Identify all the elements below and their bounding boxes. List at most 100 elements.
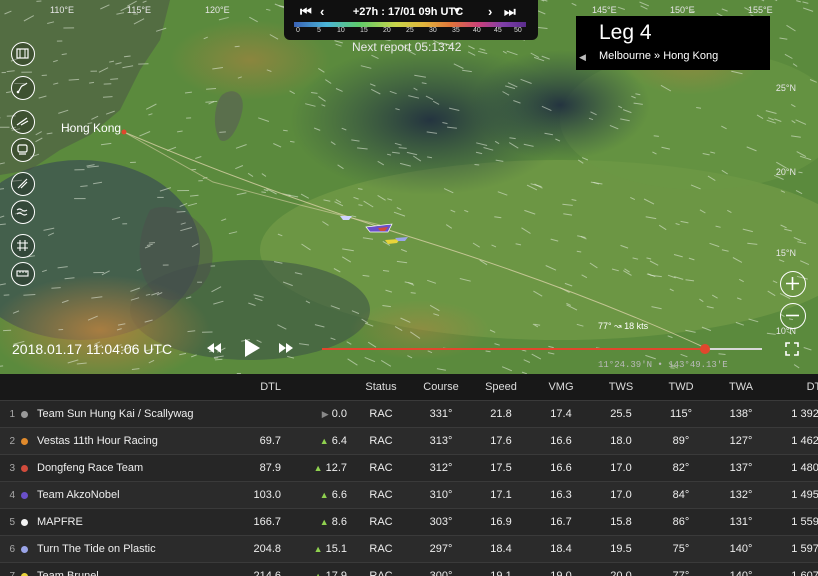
boat-button[interactable] bbox=[11, 138, 35, 162]
wind-streak bbox=[51, 287, 61, 289]
waves-button[interactable] bbox=[11, 200, 35, 224]
dtl-value: 87.9 bbox=[234, 454, 282, 482]
hong-kong-marker[interactable] bbox=[121, 129, 127, 135]
fast-forward-button[interactable] bbox=[278, 341, 294, 360]
team-name[interactable]: Team Brunel bbox=[33, 562, 234, 576]
course-value: 297° bbox=[411, 535, 471, 563]
last-step-icon[interactable]: ⏭ bbox=[504, 4, 516, 20]
trend-icon: ▶ bbox=[321, 409, 329, 419]
team-name[interactable]: Team AkzoNobel bbox=[33, 481, 234, 509]
wind-streak bbox=[102, 96, 113, 98]
column-header[interactable]: VMG bbox=[531, 374, 591, 401]
tws-value: 20.0 bbox=[591, 562, 651, 576]
next-step-icon[interactable]: › bbox=[488, 4, 492, 20]
team-name[interactable]: Dongfeng Race Team bbox=[33, 454, 234, 482]
twd-value: 86° bbox=[651, 508, 711, 536]
table-row[interactable]: 7 Team Brunel 214.6 ▲ 17.9 RAC 300° 19.1 19.0 20.… bbox=[0, 562, 818, 576]
zoom-out-button[interactable] bbox=[780, 303, 806, 329]
column-header[interactable]: TWS bbox=[591, 374, 651, 401]
compass-icon bbox=[17, 178, 28, 189]
trend-icon: ▲ bbox=[319, 517, 329, 527]
first-step-icon[interactable]: ⏮ bbox=[300, 4, 312, 20]
play-icon bbox=[245, 339, 260, 357]
dtl-value: 214.6 bbox=[234, 562, 282, 576]
column-header[interactable]: DTF bbox=[771, 374, 818, 401]
trend-icon: ▲ bbox=[313, 571, 323, 576]
twd-value: 89° bbox=[651, 427, 711, 455]
grid-icon bbox=[17, 240, 28, 251]
grid-button[interactable] bbox=[11, 234, 35, 258]
fast-forward-icon bbox=[279, 343, 293, 353]
table-row[interactable]: 5 MAPFRE 166.7 ▲ 8.6 RAC 303° 16.9 16.7 15.8 86° 13… bbox=[0, 508, 818, 536]
scale-label: 25 bbox=[406, 27, 414, 34]
dtf-value: 1 597.5 bbox=[771, 535, 818, 563]
dtf-value: 1 607.3 bbox=[771, 562, 818, 576]
scale-label: 0 bbox=[296, 27, 300, 34]
dtl-value bbox=[234, 400, 282, 428]
leg-title: Leg 4 bbox=[599, 21, 652, 44]
scale-label: 40 bbox=[473, 27, 481, 34]
column-header[interactable]: Speed bbox=[471, 374, 531, 401]
vmg-value: 16.3 bbox=[531, 481, 591, 509]
team-name[interactable]: Turn The Tide on Plastic bbox=[33, 535, 234, 563]
wind-icon bbox=[16, 117, 29, 126]
wind-streak bbox=[206, 88, 217, 90]
speed-value: 17.5 bbox=[471, 454, 531, 482]
team-name[interactable]: MAPFRE bbox=[33, 508, 234, 536]
forecast-time-bar: ⏮ ‹ +27h : 17/01 09h UTC ▼ › ⏭ 0 5 10 15… bbox=[284, 0, 538, 40]
status-value: RAC bbox=[351, 481, 411, 509]
wind-streak bbox=[653, 135, 659, 137]
twa-value: 131° bbox=[711, 508, 771, 536]
table-row[interactable]: 3 Dongfeng Race Team 87.9 ▲ 12.7 RAC 312° 17.5 1… bbox=[0, 454, 818, 482]
table-row[interactable]: 6 Turn The Tide on Plastic 204.8 ▲ 15.1 RAC 29… bbox=[0, 535, 818, 563]
lat-label: 20°N bbox=[775, 167, 796, 177]
twa-value: 132° bbox=[711, 481, 771, 509]
leaderboard-table: DTL Status Course Speed VMG TWS TWD TWA … bbox=[0, 374, 818, 576]
course-value: 312° bbox=[411, 454, 471, 482]
prev-step-icon[interactable]: ‹ bbox=[320, 4, 324, 20]
twa-value: 140° bbox=[711, 562, 771, 576]
lat-label: 25°N bbox=[775, 83, 796, 93]
tws-value: 25.5 bbox=[591, 400, 651, 428]
column-header[interactable]: TWD bbox=[651, 374, 711, 401]
chevron-down-icon[interactable]: ▼ bbox=[452, 6, 462, 17]
table-row[interactable]: 4 Team AkzoNobel 103.0 ▲ 6.6 RAC 310° 17.1 16.3 1… bbox=[0, 481, 818, 509]
column-header[interactable]: DTL bbox=[234, 374, 282, 401]
fullscreen-button[interactable] bbox=[785, 342, 799, 361]
column-header[interactable]: Course bbox=[411, 374, 471, 401]
wind-streak bbox=[410, 292, 416, 294]
team-color-dot bbox=[20, 545, 28, 553]
dtl-value: 103.0 bbox=[234, 481, 282, 509]
dtf-value: 1 495.7 bbox=[771, 481, 818, 509]
ruler-button[interactable] bbox=[11, 262, 35, 286]
wind-map[interactable]: 110°E 115°E 120°E 145°E 150°E 155°E 25°N… bbox=[0, 0, 818, 374]
replay-timeline[interactable] bbox=[322, 344, 762, 354]
map-layers-icon bbox=[16, 48, 29, 59]
compass-button[interactable] bbox=[11, 172, 35, 196]
lon-label: 110°E bbox=[50, 5, 74, 15]
team-name[interactable]: Vestas 11th Hour Racing bbox=[33, 427, 234, 455]
chevron-left-icon[interactable]: ◀ bbox=[579, 52, 586, 63]
zoom-in-button[interactable] bbox=[780, 271, 806, 297]
map-layers-button[interactable] bbox=[11, 42, 35, 66]
trend-icon: ▲ bbox=[313, 463, 323, 473]
dtl-change: 6.6 bbox=[331, 489, 347, 501]
twd-value: 115° bbox=[651, 400, 711, 428]
rewind-button[interactable] bbox=[206, 341, 222, 360]
timeline-handle[interactable] bbox=[699, 344, 710, 354]
column-header[interactable]: TWA bbox=[711, 374, 771, 401]
team-name[interactable]: Team Sun Hung Kai / Scallywag bbox=[33, 400, 234, 428]
rank: 2 bbox=[0, 427, 15, 455]
table-row[interactable]: 1 Team Sun Hung Kai / Scallywag ▶ 0.0 RAC 331… bbox=[0, 400, 818, 428]
column-header[interactable]: Status bbox=[351, 374, 411, 401]
course-value: 313° bbox=[411, 427, 471, 455]
wind-button[interactable] bbox=[11, 110, 35, 134]
leg-info-panel[interactable]: Leg 4 ◀ Melbourne » Hong Kong bbox=[576, 16, 770, 70]
rank: 6 bbox=[0, 535, 15, 563]
dtl-value: 69.7 bbox=[234, 427, 282, 455]
route-button[interactable] bbox=[11, 76, 35, 100]
play-button[interactable] bbox=[243, 338, 261, 363]
lon-label: 120°E bbox=[205, 5, 230, 15]
twa-value: 140° bbox=[711, 535, 771, 563]
table-row[interactable]: 2 Vestas 11th Hour Racing 69.7 ▲ 6.4 RAC 313° 1… bbox=[0, 427, 818, 455]
